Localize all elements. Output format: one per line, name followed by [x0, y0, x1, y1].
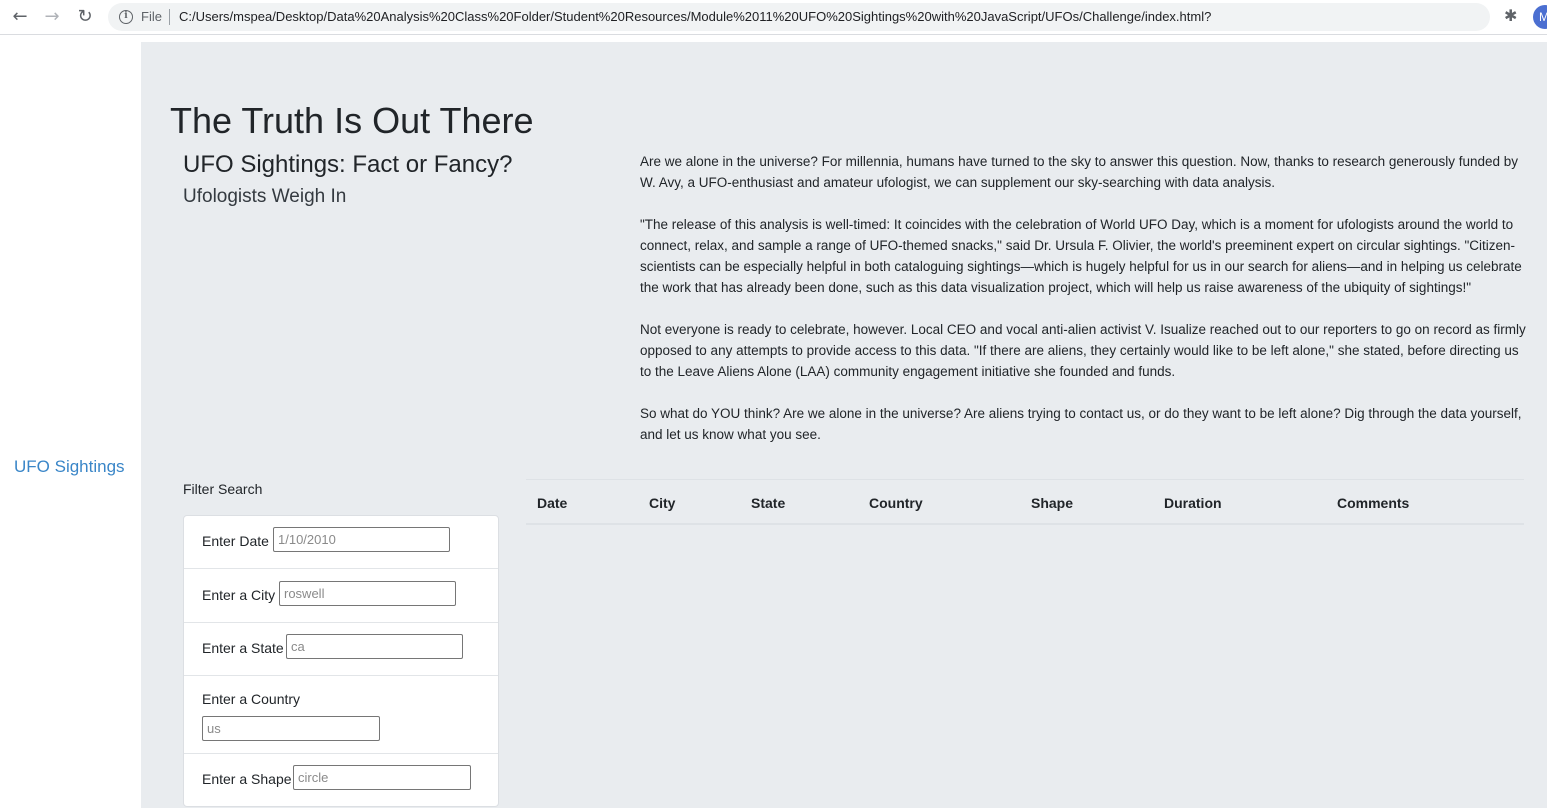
column-header-duration: Duration: [1164, 495, 1222, 511]
back-arrow-icon[interactable]: ←: [7, 5, 33, 29]
city-label: Enter a City: [202, 587, 276, 603]
sidebar-link-ufo-sightings[interactable]: UFO Sightings: [14, 457, 125, 477]
column-header-comments: Comments: [1337, 495, 1410, 511]
page-subtitle: UFO Sightings: Fact or Fancy?: [183, 151, 513, 178]
filter-row-city: Enter a City: [184, 569, 498, 623]
address-bar[interactable]: i File C:/Users/mspea/Desktop/Data%20Ana…: [108, 3, 1547, 31]
shape-input[interactable]: [293, 765, 471, 790]
country-input[interactable]: [202, 716, 380, 741]
info-icon[interactable]: i: [119, 10, 133, 24]
profile-avatar[interactable]: M: [1533, 5, 1547, 29]
extensions-puzzle-icon[interactable]: ✱: [1504, 6, 1517, 26]
column-header-city: City: [649, 495, 676, 511]
column-header-state: State: [751, 495, 786, 511]
filter-row-shape: Enter a Shape: [184, 754, 498, 806]
forward-arrow-icon[interactable]: →: [39, 5, 65, 29]
column-header-shape: Shape: [1031, 495, 1074, 511]
filter-search-heading: Filter Search: [183, 481, 263, 497]
article-paragraph: Not everyone is ready to celebrate, howe…: [640, 322, 1526, 379]
url-text[interactable]: C:/Users/mspea/Desktop/Data%20Analysis%2…: [179, 9, 1211, 24]
article-paragraph: "The release of this analysis is well-ti…: [640, 217, 1522, 295]
filter-card: Enter Date Enter a City Enter a State En…: [183, 515, 499, 807]
country-label: Enter a Country: [202, 691, 301, 707]
filter-row-country: Enter a Country: [184, 676, 498, 754]
shape-label: Enter a Shape: [202, 771, 292, 787]
address-divider: [169, 9, 170, 25]
article-paragraph: Are we alone in the universe? For millen…: [640, 154, 1518, 190]
browser-toolbar: ← → ↻ i File C:/Users/mspea/Desktop/Data…: [0, 0, 1547, 35]
filter-row-state: Enter a State: [184, 623, 498, 676]
filter-row-date: Enter Date: [184, 516, 498, 569]
article-text: Are we alone in the universe? For millen…: [640, 151, 1530, 466]
state-label: Enter a State: [202, 640, 284, 656]
page-title: The Truth Is Out There: [170, 100, 534, 141]
url-scheme: File: [141, 9, 162, 24]
ufo-table-header: Date City State Country Shape Duration C…: [526, 479, 1524, 525]
city-input[interactable]: [279, 581, 456, 606]
state-input[interactable]: [286, 634, 463, 659]
date-label: Enter Date: [202, 533, 269, 549]
column-header-country: Country: [869, 495, 923, 511]
reload-icon[interactable]: ↻: [72, 5, 98, 29]
page-tagline: Ufologists Weigh In: [183, 186, 347, 207]
date-input[interactable]: [273, 527, 450, 552]
article-paragraph: So what do YOU think? Are we alone in th…: [640, 406, 1522, 442]
column-header-date: Date: [537, 495, 568, 511]
